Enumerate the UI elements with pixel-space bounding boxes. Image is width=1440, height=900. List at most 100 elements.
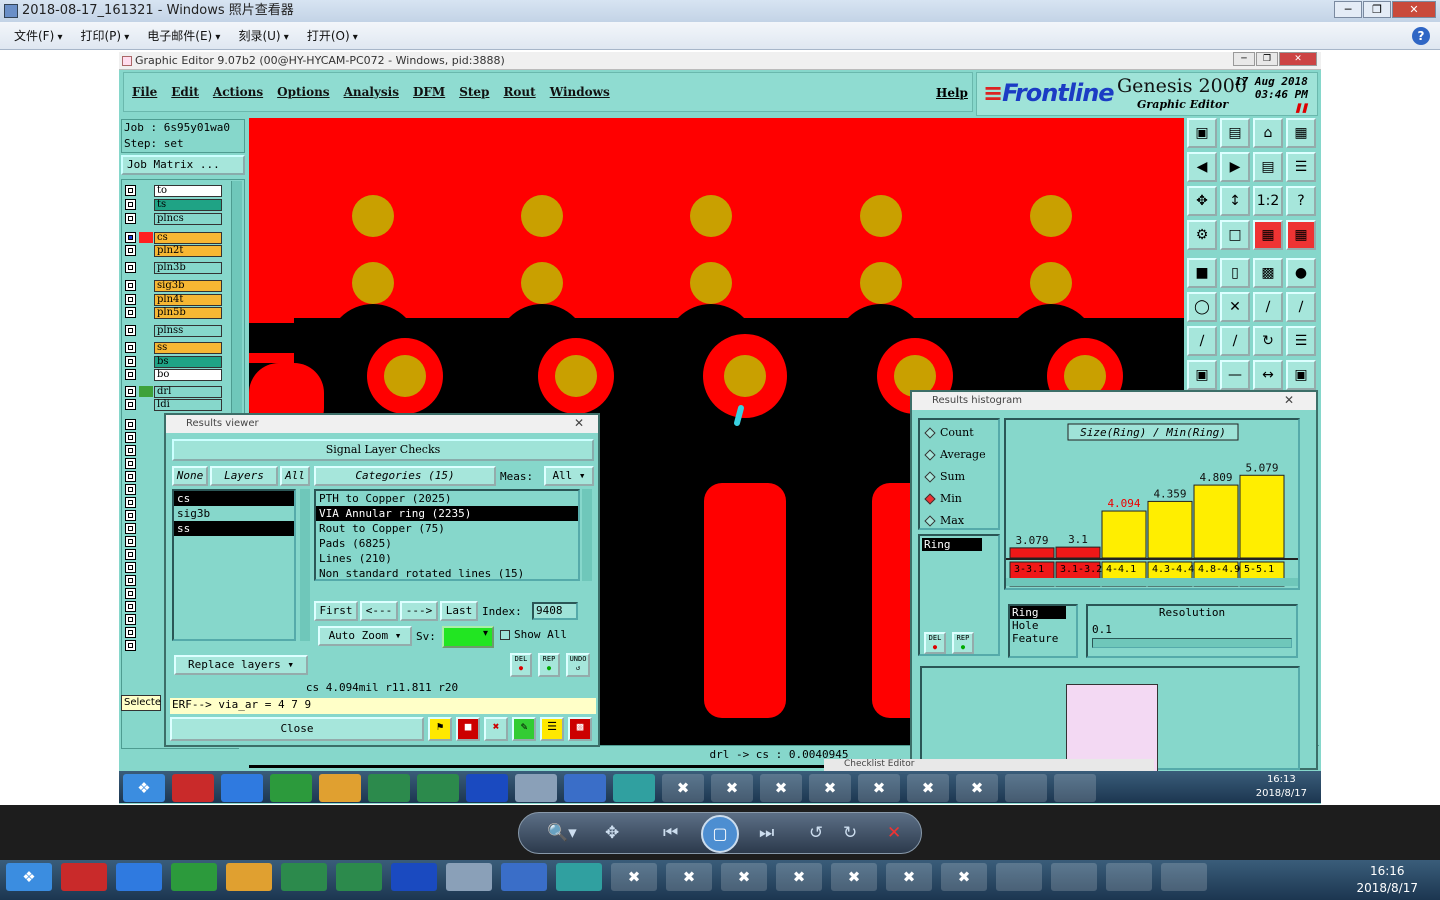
start-button[interactable]: ❖: [123, 774, 165, 802]
layer-name[interactable]: cs: [154, 231, 222, 244]
ruler-icon[interactable]: ▩: [1253, 258, 1283, 288]
layer-row[interactable]: [125, 470, 136, 483]
show-all-toggle[interactable]: Show All: [500, 628, 567, 641]
layer-color-swatch[interactable]: [139, 325, 153, 336]
close-icon[interactable]: ✕: [1284, 392, 1294, 409]
result-layer-item[interactable]: cs: [174, 491, 294, 506]
ignore-icon[interactable]: ✖: [484, 717, 508, 741]
layer-checkbox[interactable]: [125, 588, 136, 599]
highlight-icon[interactable]: ■: [456, 717, 480, 741]
job-matrix-button[interactable]: Job Matrix ...: [121, 155, 245, 175]
menu-burn[interactable]: 刻录(U): [232, 27, 294, 44]
layer-color-swatch[interactable]: [139, 399, 153, 410]
close-button[interactable]: ✕: [1392, 1, 1436, 18]
layer-name[interactable]: ldi: [154, 398, 222, 411]
layer-row[interactable]: ts: [125, 198, 222, 211]
layer-row[interactable]: pln4t: [125, 293, 222, 306]
layer-name[interactable]: ss: [154, 341, 222, 354]
none-button[interactable]: None: [172, 466, 208, 486]
layer-row[interactable]: bo: [125, 368, 222, 381]
layer-color-swatch[interactable]: [139, 185, 153, 196]
delete-icon[interactable]: ✕: [887, 823, 901, 843]
prev-button[interactable]: <---: [360, 601, 398, 621]
layer-name[interactable]: ts: [154, 198, 222, 211]
layer-checkbox[interactable]: [125, 445, 136, 456]
pan-right-icon[interactable]: ▶: [1220, 152, 1250, 182]
layer-row[interactable]: ss: [125, 341, 222, 354]
taskbar-app-icon[interactable]: ✖: [886, 863, 932, 891]
taskbar-app-icon[interactable]: [1054, 774, 1096, 802]
layers-icon[interactable]: ▦: [1253, 220, 1283, 250]
minimize-button[interactable]: ─: [1334, 1, 1362, 18]
index-input[interactable]: 9408: [532, 602, 578, 620]
help-icon[interactable]: ?: [1286, 186, 1316, 216]
layer-name[interactable]: drl: [154, 385, 222, 398]
taskbar-app-icon[interactable]: ✖: [776, 863, 822, 891]
category-item[interactable]: Rout to Copper (75): [316, 521, 578, 536]
genesis-minimize-button[interactable]: ─: [1233, 52, 1255, 66]
category-item[interactable]: Non standard rotated lines (15): [316, 566, 578, 581]
severity-dropdown[interactable]: ▾: [442, 626, 494, 648]
taskbar-app-icon[interactable]: [1106, 863, 1152, 891]
line-icon[interactable]: ∕: [1253, 292, 1283, 322]
first-button[interactable]: First: [314, 601, 358, 621]
menu-open[interactable]: 打开(O): [301, 27, 364, 44]
category-item[interactable]: Pads (6825): [316, 536, 578, 551]
taskbar-app-icon[interactable]: [172, 774, 214, 802]
line-icon[interactable]: —: [1220, 360, 1250, 390]
grid-icon[interactable]: □: [1220, 220, 1250, 250]
all-button[interactable]: All: [280, 466, 310, 486]
attribute-list[interactable]: Ring Hole Feature: [1008, 604, 1078, 658]
layer-color-swatch[interactable]: [139, 232, 153, 243]
statistic-radio[interactable]: Sum: [924, 470, 965, 483]
taskbar-app-icon[interactable]: [1161, 863, 1207, 891]
taskbar-app-icon[interactable]: [446, 863, 492, 891]
copy-icon[interactable]: ▣: [1286, 360, 1316, 390]
category-item[interactable]: VIA Annular ring (2235): [316, 506, 578, 521]
layer-row[interactable]: [125, 509, 136, 522]
taskbar-app-icon[interactable]: ✖: [666, 863, 712, 891]
layer-row[interactable]: plncs: [125, 212, 222, 225]
pan-vertical-icon[interactable]: ↕: [1220, 186, 1250, 216]
layer-checkbox[interactable]: [125, 294, 136, 305]
taskbar-app-icon[interactable]: [613, 774, 655, 802]
close-button[interactable]: Close: [170, 717, 424, 741]
layer-checkbox[interactable]: [125, 458, 136, 469]
list-icon[interactable]: ☰: [540, 717, 564, 741]
last-button[interactable]: Last: [440, 601, 478, 621]
menu-options[interactable]: Options: [277, 85, 329, 99]
layer-checkbox[interactable]: [125, 307, 136, 318]
fit-icon[interactable]: ✥: [605, 823, 619, 843]
rep-button[interactable]: REP ●: [538, 653, 560, 677]
taskbar-app-icon[interactable]: [270, 774, 312, 802]
layer-checkbox[interactable]: [125, 627, 136, 638]
layer-checkbox[interactable]: [125, 262, 136, 273]
taskbar-app-icon[interactable]: ✖: [662, 774, 704, 802]
home-icon[interactable]: ⌂: [1253, 118, 1283, 148]
layer-name[interactable]: to: [154, 184, 222, 197]
layer-checkbox[interactable]: [125, 386, 136, 397]
layer-color-swatch[interactable]: [139, 369, 153, 380]
add-icon[interactable]: ▣: [1187, 360, 1217, 390]
menu-rout[interactable]: Rout: [503, 85, 535, 99]
taskbar-app-icon[interactable]: ✖: [956, 774, 998, 802]
taskbar-app-icon[interactable]: ✖: [760, 774, 802, 802]
align-icon[interactable]: ☰: [1286, 326, 1316, 356]
layer-checkbox[interactable]: [125, 484, 136, 495]
layer-color-swatch[interactable]: [139, 280, 153, 291]
select-button[interactable]: Selecte: [121, 695, 161, 711]
rotate-left-icon[interactable]: ↺: [809, 823, 823, 843]
layer-row[interactable]: [125, 483, 136, 496]
layer-row[interactable]: [125, 431, 136, 444]
layer-color-swatch[interactable]: [139, 307, 153, 318]
layer-checkbox[interactable]: [125, 213, 136, 224]
metric-item[interactable]: Ring: [922, 538, 982, 551]
layer-checkbox[interactable]: [125, 399, 136, 410]
layer-name[interactable]: pln5b: [154, 306, 222, 319]
hist-rep-button[interactable]: REP ●: [952, 632, 974, 654]
slideshow-icon[interactable]: ▢: [701, 815, 739, 853]
genesis-close-button[interactable]: ✕: [1279, 52, 1317, 66]
layer-checkbox[interactable]: [125, 199, 136, 210]
maximize-button[interactable]: ❐: [1363, 1, 1391, 18]
cross-icon[interactable]: ✕: [1220, 292, 1250, 322]
